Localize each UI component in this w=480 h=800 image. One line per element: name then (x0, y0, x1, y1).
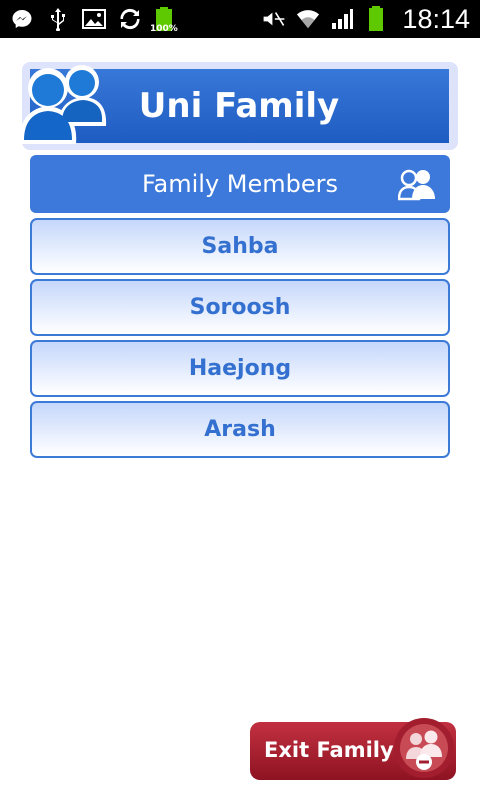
gallery-icon (82, 7, 106, 31)
member-button-soroosh[interactable]: Soroosh (30, 279, 450, 336)
mute-icon (262, 7, 286, 31)
exit-family-label: Exit Family (264, 738, 394, 762)
member-button-sahba[interactable]: Sahba (30, 218, 450, 275)
member-button-arash[interactable]: Arash (30, 401, 450, 458)
clock: 18:14 (402, 3, 470, 34)
family-members-title: Family Members (141, 170, 339, 198)
family-people-icon (14, 60, 108, 148)
member-button-haejong[interactable]: Haejong (30, 340, 450, 397)
battery-icon (364, 6, 388, 31)
sync-icon (118, 7, 142, 31)
battery-full-icon: 100% (150, 6, 178, 34)
remove-member-icon[interactable] (393, 717, 455, 779)
member-list: Sahba Soroosh Haejong Arash (30, 218, 450, 462)
family-members-header: Family Members (30, 155, 450, 213)
wifi-icon (296, 7, 320, 31)
signal-icon (330, 7, 354, 31)
messenger-icon (10, 7, 34, 31)
status-bar: 100% 18:14 (0, 0, 480, 38)
group-icon (397, 167, 436, 201)
battery-percent: 100% (150, 24, 178, 34)
usb-icon (46, 7, 70, 31)
